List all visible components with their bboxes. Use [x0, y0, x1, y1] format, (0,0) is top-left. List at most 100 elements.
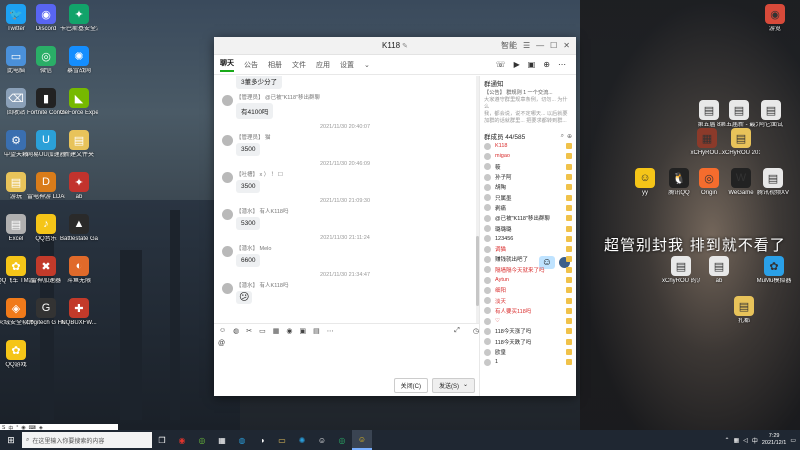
member-item[interactable]: 隔墙隔今天就来了吗: [484, 265, 572, 275]
weibo-icon[interactable]: ◉: [172, 430, 192, 450]
member-item[interactable]: 123456: [484, 234, 572, 244]
video-icon[interactable]: ▶: [514, 60, 520, 69]
member-item[interactable]: 赚钱就出吧了: [484, 254, 572, 264]
message-list[interactable]: 3董多少分了 【管理员】 @已被"K118"移出群聊 有4100吗 2021/11/3…: [214, 76, 476, 323]
expand-icon[interactable]: ⤢: [454, 327, 460, 335]
qq-icon[interactable]: ☺: [312, 430, 332, 450]
tab-apps[interactable]: 应用: [316, 60, 330, 70]
member-item[interactable]: 只属墨: [484, 192, 572, 202]
tab-settings[interactable]: 设置: [340, 60, 354, 70]
message-bubble[interactable]: 6600: [236, 254, 261, 267]
member-item[interactable]: 118今天跌了吗: [484, 337, 572, 347]
battlenet-icon[interactable]: ✺: [292, 430, 312, 450]
system-clock[interactable]: 7:29 2021/12/1: [762, 433, 786, 447]
desktop-icon[interactable]: ✚ NQBUXFW...: [60, 298, 98, 327]
screen-share-icon[interactable]: ▣: [528, 60, 536, 69]
avatar[interactable]: [222, 135, 233, 146]
edit-pencil-icon[interactable]: ✎: [402, 43, 408, 50]
wechat-icon[interactable]: ◎: [332, 430, 352, 450]
close-icon[interactable]: ✕: [563, 41, 570, 50]
ime-icon[interactable]: 中: [752, 436, 758, 445]
member-item[interactable]: Aytun: [484, 275, 572, 285]
phone-icon[interactable]: ☏: [496, 60, 506, 69]
message-bubble[interactable]: 😕: [236, 291, 253, 304]
member-item[interactable]: 1: [484, 357, 572, 367]
member-item[interactable]: 胡陶: [484, 182, 572, 192]
xbox-icon[interactable]: ◎: [192, 430, 212, 450]
desktop-icon[interactable]: ▲ Battlestate Games L...: [60, 214, 98, 243]
calendar-icon[interactable]: ▦: [212, 430, 232, 450]
tab-chat[interactable]: 聊天: [220, 58, 234, 72]
member-item[interactable]: 孙子阿: [484, 172, 572, 182]
folder-icon[interactable]: ▭: [259, 327, 266, 335]
gif-icon[interactable]: ◍: [233, 327, 239, 335]
emoji-icon[interactable]: ☺: [219, 327, 226, 334]
desktop-icon[interactable]: ◐ 斗鱼无限: [60, 256, 98, 285]
avatar[interactable]: [222, 95, 233, 106]
tab-files[interactable]: 文件: [292, 60, 306, 70]
desktop-icon[interactable]: ☺ yy: [626, 168, 664, 197]
member-item[interactable]: 有人要买118吗: [484, 306, 572, 316]
scissors-icon[interactable]: ✂: [246, 327, 252, 335]
member-item[interactable]: 调猫: [484, 244, 572, 254]
sender-name[interactable]: 【潜水】 有人K118吗: [236, 282, 470, 290]
desktop-icon[interactable]: ✺ 暴雪战网: [60, 46, 98, 75]
more-tools-icon[interactable]: ⋯: [327, 327, 334, 335]
browser-icon[interactable]: ◍: [232, 430, 252, 450]
smart-tag[interactable]: 智能: [501, 40, 517, 51]
chevron-down-icon[interactable]: ⌄: [364, 61, 370, 69]
message-bubble[interactable]: 3500: [236, 143, 261, 156]
message-bubble[interactable]: 有4100吗: [236, 103, 274, 119]
message-bubble[interactable]: 3500: [236, 180, 261, 193]
desktop-icon[interactable]: ▤ 扎都: [725, 296, 763, 325]
file-explorer-icon[interactable]: ▭: [272, 430, 292, 450]
qq-group-chat-window[interactable]: K118 ✎ 智能 ☰ — ☐ ✕ 聊天 公告 相册 文件 应用 设置 ⌄ ☏ ▶…: [214, 37, 576, 396]
start-button[interactable]: ⊞: [0, 430, 22, 450]
message-bubble[interactable]: 3董多少分了: [236, 76, 283, 89]
member-item[interactable]: ♡: [484, 316, 572, 326]
member-item[interactable]: 细阳: [484, 285, 572, 295]
minimize-icon[interactable]: —: [536, 41, 544, 50]
search-icon[interactable]: ⌕: [561, 133, 564, 140]
network-icon[interactable]: ▦: [734, 437, 740, 444]
chevron-down-icon[interactable]: ⌄: [463, 381, 468, 390]
tab-announcement[interactable]: 公告: [244, 60, 258, 70]
avatar[interactable]: [222, 283, 233, 294]
red-packet-icon[interactable]: ▤: [313, 327, 320, 335]
up-arrow-icon[interactable]: ⌃: [725, 437, 730, 444]
sender-name[interactable]: 【管理员】 @已被"K118"移出群聊: [236, 94, 470, 102]
maximize-icon[interactable]: ☐: [550, 41, 557, 50]
desktop-icon[interactable]: ▤ ab: [700, 256, 738, 285]
desktop-icon[interactable]: ✦ ab: [60, 172, 98, 201]
taskbar-search[interactable]: ⌕ 在这里输入你要搜索的内容: [22, 432, 152, 448]
close-button[interactable]: 关闭(C): [393, 377, 428, 393]
desktop-icon[interactable]: ▤ 腾讯视频XV: [754, 168, 792, 197]
member-item[interactable]: K118: [484, 141, 572, 151]
desktop-icon[interactable]: ▦ xCHyROU...: [688, 128, 726, 157]
volume-icon[interactable]: ◁: [743, 437, 748, 444]
member-item[interactable]: 璐璐璐: [484, 223, 572, 233]
desktop-icon[interactable]: ✿ MuMu模拟器: [755, 256, 793, 285]
invite-icon[interactable]: ⊕: [567, 133, 572, 140]
menu-icon[interactable]: ☰: [523, 41, 530, 50]
task-view-icon[interactable]: ❒: [152, 430, 172, 450]
add-icon[interactable]: ⊕: [543, 60, 550, 69]
member-item[interactable]: 剥痛: [484, 203, 572, 213]
avatar[interactable]: [222, 209, 233, 220]
member-item[interactable]: 118今天涨了吗: [484, 326, 572, 336]
qq-chat-task-icon[interactable]: ☺: [352, 430, 372, 450]
message-input[interactable]: @: [214, 337, 479, 375]
notice-title[interactable]: 群通知: [484, 78, 572, 88]
voice-icon[interactable]: ◉: [286, 327, 292, 335]
desktop-icon[interactable]: ✿ QQ游戏: [0, 340, 35, 369]
desktop-icon[interactable]: ✦ 卡巴斯基安全浏览: [60, 4, 98, 33]
more-icon[interactable]: ⋯: [558, 60, 566, 69]
sender-name[interactable]: 【潜水】 有人K118吗: [236, 208, 470, 216]
tab-album[interactable]: 相册: [268, 60, 282, 70]
avatar[interactable]: [222, 172, 233, 183]
desktop-icon[interactable]: ▤ 新建文件夹: [60, 130, 98, 159]
window-titlebar[interactable]: K118 ✎ 智能 ☰ — ☐ ✕: [214, 37, 576, 55]
desktop-icon[interactable]: ◣ GeForce Experience: [60, 88, 98, 117]
desktop-icon[interactable]: ▤ 阿它面试: [752, 100, 790, 129]
desktop-icon[interactable]: ▤ xCHyROU 20130118: [722, 128, 760, 157]
